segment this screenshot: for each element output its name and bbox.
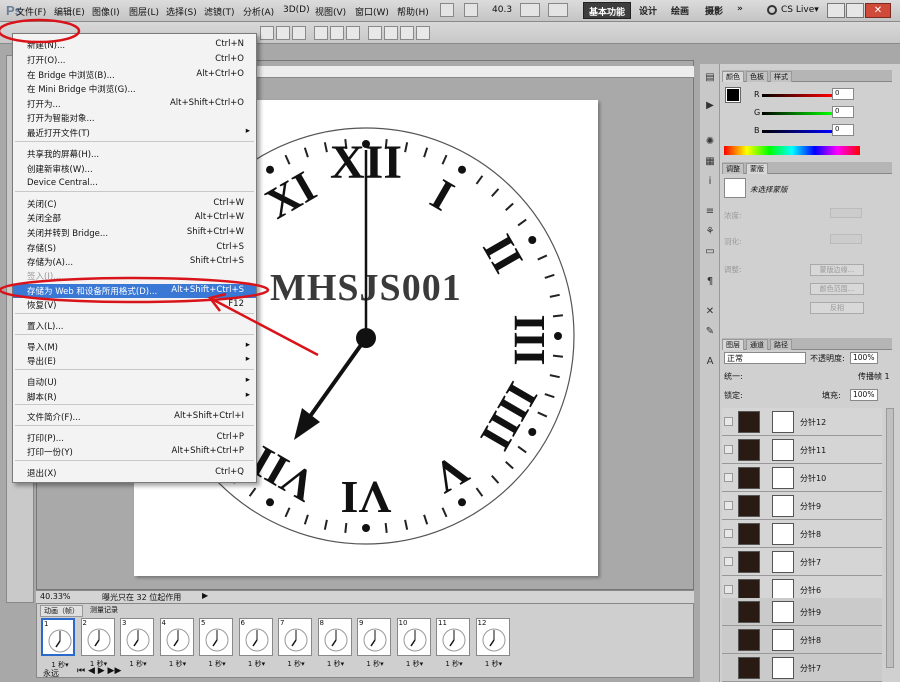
red-annotation-overlay bbox=[0, 18, 319, 357]
